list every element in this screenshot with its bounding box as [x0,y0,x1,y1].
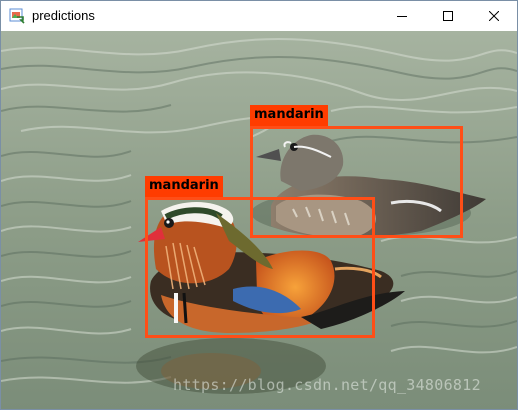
close-button[interactable] [471,1,517,31]
maximize-button[interactable] [425,1,471,31]
minimize-icon [397,16,407,17]
minimize-button[interactable] [379,1,425,31]
detection-box-male [145,197,375,338]
detection-label-female: mandarin [250,105,328,126]
app-window: predictions mandarin mandarin https://bl… [0,0,518,410]
maximize-icon [443,11,453,21]
title-bar[interactable]: predictions [1,1,517,31]
detection-label-male: mandarin [145,176,223,197]
close-icon [489,11,499,21]
image-viewer-icon [9,8,25,24]
window-title: predictions [32,8,95,23]
watermark-text: https://blog.csdn.net/qq_34806812 [173,376,481,394]
prediction-image-area: mandarin mandarin https://blog.csdn.net/… [1,31,517,409]
